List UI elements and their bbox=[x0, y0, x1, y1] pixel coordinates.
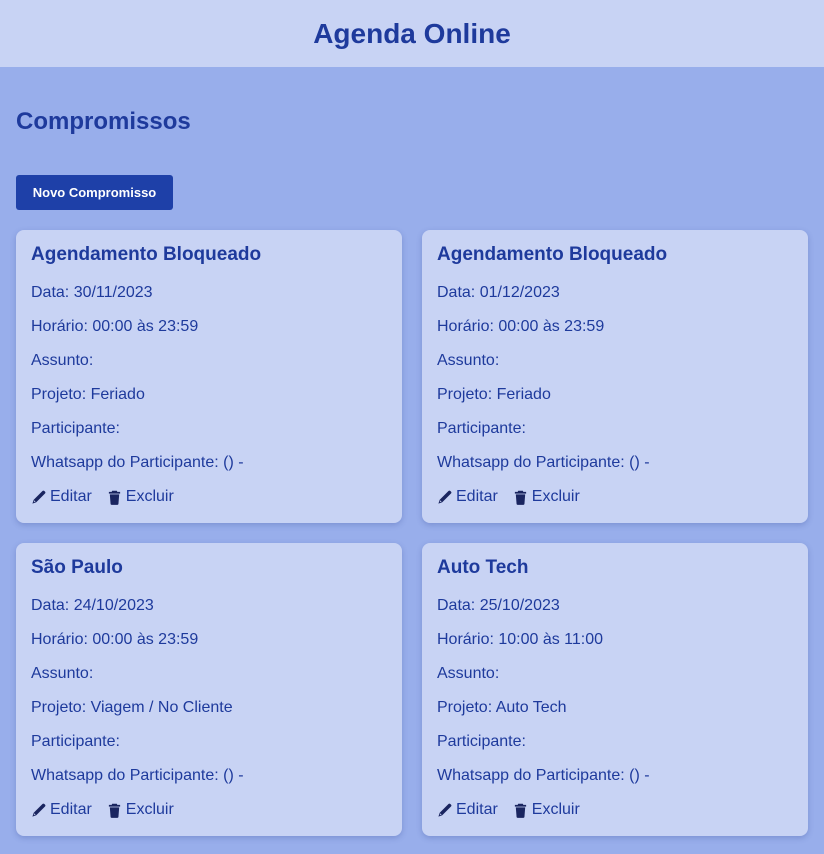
appointment-subject: Assunto: bbox=[437, 352, 500, 369]
delete-link[interactable]: Excluir bbox=[513, 488, 580, 506]
delete-label: Excluir bbox=[531, 801, 580, 818]
app-header: Agenda Online bbox=[0, 0, 824, 67]
edit-label: Editar bbox=[50, 488, 92, 505]
appointment-subject: Assunto: bbox=[437, 665, 500, 682]
main-content: Compromissos Novo Compromisso Agendament… bbox=[0, 67, 824, 836]
appointment-actions: Editar Excluir bbox=[31, 799, 387, 821]
delete-link[interactable]: Excluir bbox=[513, 801, 580, 819]
appointment-participant: Participante: bbox=[31, 733, 120, 750]
appointment-date: Data: 30/11/2023 bbox=[31, 284, 153, 301]
trash-icon bbox=[108, 490, 120, 505]
edit-link[interactable]: Editar bbox=[31, 488, 92, 506]
delete-link[interactable]: Excluir bbox=[107, 488, 174, 506]
appointment-subject: Assunto: bbox=[31, 665, 94, 682]
appointment-time: Horário: 00:00 às 23:59 bbox=[437, 318, 605, 335]
appointment-whatsapp: Whatsapp do Participante: () - bbox=[31, 767, 244, 784]
appointment-participant: Participante: bbox=[437, 420, 526, 437]
appointment-time: Horário: 10:00 às 11:00 bbox=[437, 631, 604, 648]
appointment-time: Horário: 00:00 às 23:59 bbox=[31, 631, 199, 648]
appointment-participant: Participante: bbox=[31, 420, 120, 437]
pencil-icon bbox=[32, 490, 46, 504]
edit-label: Editar bbox=[456, 488, 498, 505]
trash-icon bbox=[108, 803, 120, 818]
appointment-participant: Participante: bbox=[437, 733, 526, 750]
new-appointment-button[interactable]: Novo Compromisso bbox=[16, 175, 173, 210]
appointment-whatsapp: Whatsapp do Participante: () - bbox=[437, 767, 650, 784]
appointment-title: Agendamento Bloqueado bbox=[437, 244, 668, 265]
appointment-card: Agendamento Bloqueado Data: 30/11/2023 H… bbox=[16, 230, 402, 523]
appointment-actions: Editar Excluir bbox=[31, 486, 387, 508]
appointment-title: Agendamento Bloqueado bbox=[31, 244, 262, 265]
section-title: Compromissos bbox=[16, 108, 191, 135]
trash-icon bbox=[514, 803, 526, 818]
appointment-project: Projeto: Viagem / No Cliente bbox=[31, 699, 233, 716]
appointment-whatsapp: Whatsapp do Participante: () - bbox=[437, 454, 650, 471]
trash-icon bbox=[514, 490, 526, 505]
appointment-actions: Editar Excluir bbox=[437, 486, 793, 508]
appointment-title: Auto Tech bbox=[437, 557, 529, 578]
edit-label: Editar bbox=[50, 801, 92, 818]
appointment-whatsapp: Whatsapp do Participante: () - bbox=[31, 454, 244, 471]
delete-label: Excluir bbox=[531, 488, 580, 505]
appointment-date: Data: 24/10/2023 bbox=[31, 597, 154, 614]
edit-link[interactable]: Editar bbox=[437, 801, 498, 819]
appointment-card: Auto Tech Data: 25/10/2023 Horário: 10:0… bbox=[422, 543, 808, 836]
delete-label: Excluir bbox=[125, 801, 174, 818]
pencil-icon bbox=[32, 803, 46, 817]
appointment-project: Projeto: Feriado bbox=[437, 386, 551, 403]
appointment-subject: Assunto: bbox=[31, 352, 94, 369]
edit-label: Editar bbox=[456, 801, 498, 818]
appointment-project: Projeto: Feriado bbox=[31, 386, 145, 403]
pencil-icon bbox=[438, 490, 452, 504]
edit-link[interactable]: Editar bbox=[437, 488, 498, 506]
appointment-date: Data: 01/12/2023 bbox=[437, 284, 560, 301]
appointments-grid: Agendamento Bloqueado Data: 30/11/2023 H… bbox=[16, 230, 808, 836]
appointment-title: São Paulo bbox=[31, 557, 123, 578]
appointment-project: Projeto: Auto Tech bbox=[437, 699, 567, 716]
appointment-card: Agendamento Bloqueado Data: 01/12/2023 H… bbox=[422, 230, 808, 523]
appointment-date: Data: 25/10/2023 bbox=[437, 597, 560, 614]
app-title: Agenda Online bbox=[313, 17, 511, 49]
appointment-card: São Paulo Data: 24/10/2023 Horário: 00:0… bbox=[16, 543, 402, 836]
appointment-time: Horário: 00:00 às 23:59 bbox=[31, 318, 199, 335]
edit-link[interactable]: Editar bbox=[31, 801, 92, 819]
pencil-icon bbox=[438, 803, 452, 817]
appointment-actions: Editar Excluir bbox=[437, 799, 793, 821]
delete-link[interactable]: Excluir bbox=[107, 801, 174, 819]
delete-label: Excluir bbox=[125, 488, 174, 505]
